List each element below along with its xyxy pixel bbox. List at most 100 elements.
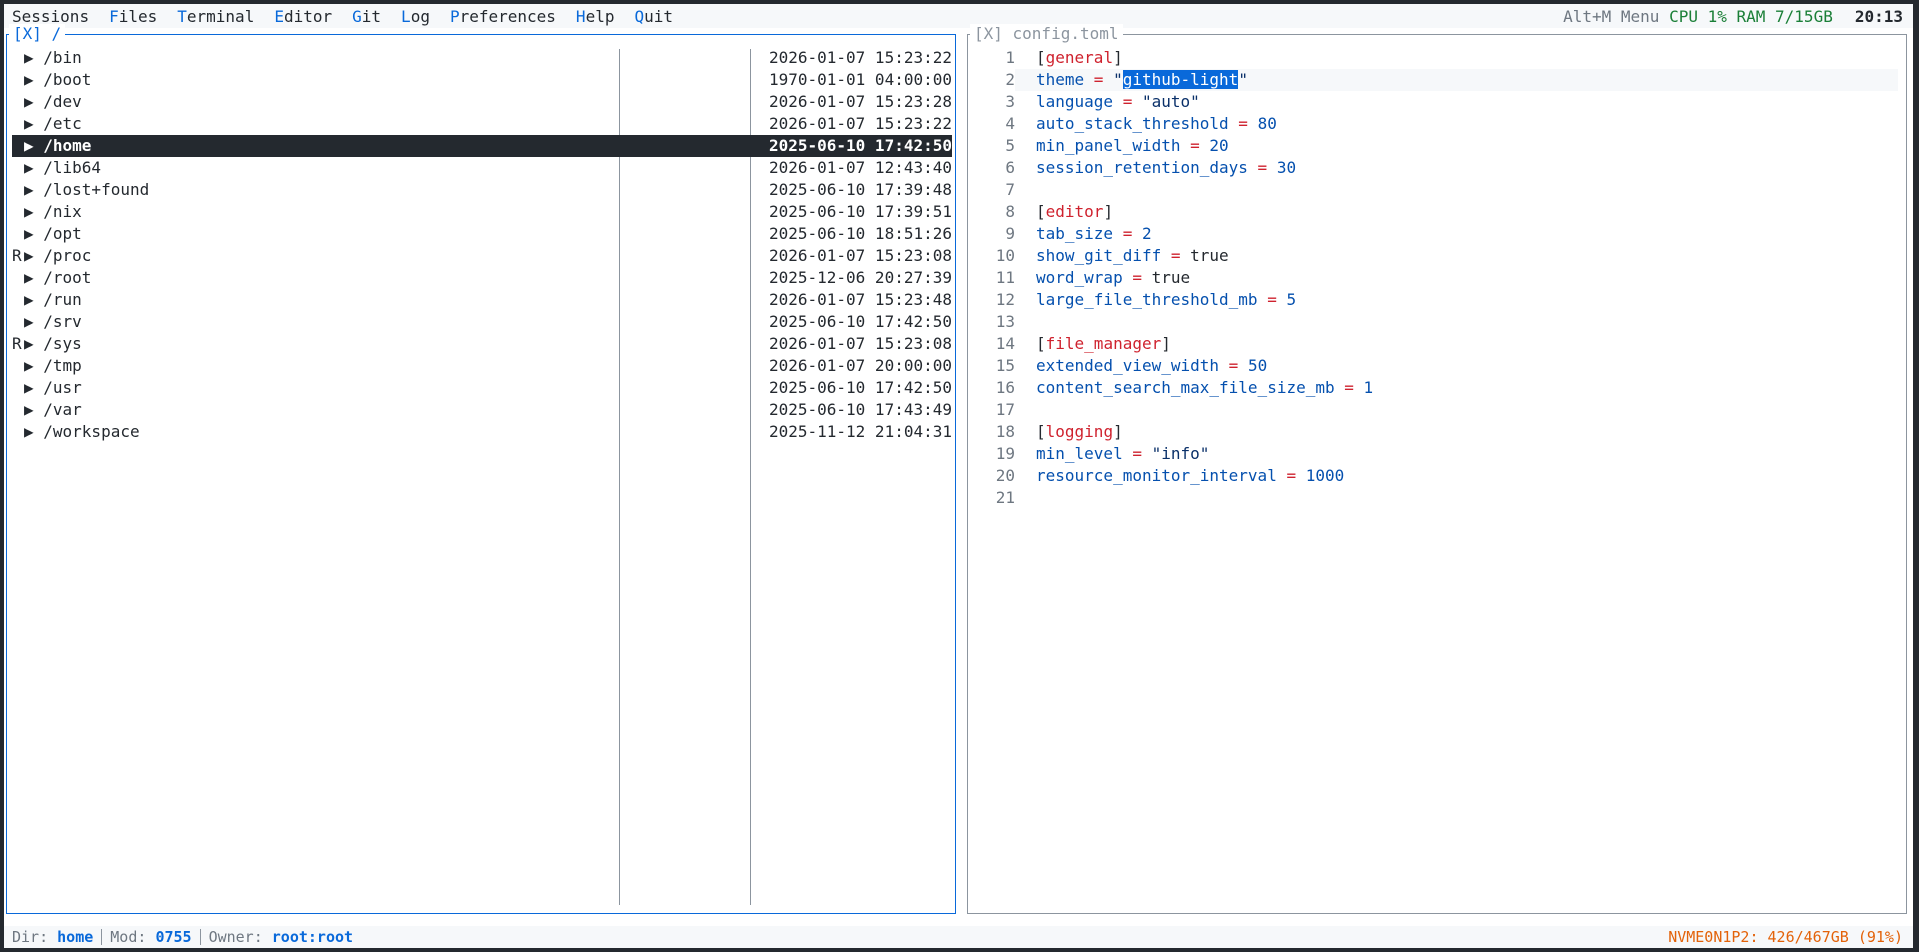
editor-line[interactable]: 1 [general] (970, 47, 1898, 69)
editor-line[interactable]: 11 word_wrap = true (970, 267, 1898, 289)
expand-arrow-icon: ▶ (24, 422, 44, 441)
config-value: 50 (1247, 356, 1268, 375)
config-key: extended_view_width (1036, 356, 1220, 375)
file-row[interactable]: ▶ /srv 2025-06-10 17:42:50 (12, 311, 952, 333)
menu-hotkey: F (109, 6, 119, 26)
expand-arrow-icon: ▶ (24, 92, 44, 111)
editor-content[interactable]: 1 [general] 2 theme = "github-light" 3 langua… (970, 47, 1898, 509)
menu-item-files[interactable]: Files (109, 7, 157, 26)
file-modified-date: 2025-06-10 18:51:26 (768, 224, 952, 243)
file-list: ▶ /bin 2026-01-07 15:23:22 ▶ /boot 1970-01-… (12, 47, 952, 443)
config-key: resource_monitor_interval (1036, 466, 1277, 485)
file-row[interactable]: ▶ /nix 2025-06-10 17:39:51 (12, 201, 952, 223)
file-row[interactable]: ▶ /home 2025-06-10 17:42:50 (12, 135, 952, 157)
file-modified-date: 2025-12-06 20:27:39 (768, 268, 952, 287)
readonly-flag: R (12, 246, 22, 265)
file-row[interactable]: ▶ /boot 1970-01-01 04:00:00 (12, 69, 952, 91)
line-number: 12 (995, 290, 1015, 309)
file-manager-panel[interactable]: [X] / ▶ /bin 2026-01-07 15:23:22 ▶ /boot 19… (6, 24, 956, 914)
file-modified-date: 2025-06-10 17:42:50 (768, 136, 952, 155)
editor-line[interactable]: 20 resource_monitor_interval = 1000 (970, 465, 1898, 487)
equals-operator: = (1113, 224, 1142, 243)
file-row[interactable]: ▶ /lost+found 2025-06-10 17:39:48 (12, 179, 952, 201)
editor-line[interactable]: 19 min_level = "info" (970, 443, 1898, 465)
editor-line[interactable]: 6 session_retention_days = 30 (970, 157, 1898, 179)
editor-panel[interactable]: [X] config.toml 1 [general] 2 theme = "gith… (967, 24, 1907, 914)
file-row[interactable]: ▶ /bin 2026-01-07 15:23:22 (12, 47, 952, 69)
ram-usage: RAM 7/15GB (1736, 6, 1833, 26)
file-row[interactable]: ▶ /workspace 2025-11-12 21:04:31 (12, 421, 952, 443)
file-row[interactable]: ▶ /lib64 2026-01-07 12:43:40 (12, 157, 952, 179)
file-row[interactable]: ▶ /run 2026-01-07 15:23:48 (12, 289, 952, 311)
file-name: /etc (43, 114, 82, 133)
editor-line[interactable]: 4 auto_stack_threshold = 80 (970, 113, 1898, 135)
file-modified-date: 2026-01-07 15:23:22 (768, 48, 952, 67)
line-number: 9 (1005, 224, 1015, 243)
file-row[interactable]: ▶ /etc 2026-01-07 15:23:22 (12, 113, 952, 135)
line-code: [general] (1036, 48, 1123, 67)
menu-item-preferences[interactable]: Preferences (450, 7, 556, 26)
line-code: large_file_threshold_mb = 5 (1015, 289, 1898, 311)
menu-label: og (410, 6, 430, 26)
editor-line[interactable]: 17 (970, 399, 1898, 421)
section-name: logging (1045, 422, 1114, 441)
editor-line[interactable]: 5 min_panel_width = 20 (970, 135, 1898, 157)
disk-usage: NVME0N1P2: 426/467GB (91%) (1668, 928, 1903, 946)
menu-item-log[interactable]: Log (401, 7, 430, 26)
editor-line[interactable]: 8 [editor] (970, 201, 1898, 223)
line-number: 21 (995, 488, 1015, 507)
file-panel-title[interactable]: [X] / (9, 24, 66, 44)
expand-arrow-icon: ▶ (24, 334, 44, 353)
dir-label: Dir: (12, 928, 58, 946)
file-row[interactable]: ▶ /tmp 2026-01-07 20:00:00 (12, 355, 952, 377)
menu-item-editor[interactable]: Editor (274, 7, 332, 26)
menu-item-quit[interactable]: Quit (634, 7, 673, 26)
editor-panel-title[interactable]: [X] config.toml (970, 24, 1123, 44)
menu-hotkey: G (352, 6, 362, 26)
menu-label: references (459, 6, 556, 26)
menu-item-git[interactable]: Git (352, 7, 381, 26)
file-modified-date: 1970-01-01 04:00:00 (768, 70, 952, 89)
line-number: 16 (995, 378, 1015, 397)
editor-line[interactable]: 15 extended_view_width = 50 (970, 355, 1898, 377)
file-modified-date: 2026-01-07 15:23:22 (768, 114, 952, 133)
section-name: general (1045, 48, 1114, 67)
expand-arrow-icon: ▶ (24, 312, 44, 331)
editor-line[interactable]: 21 (970, 487, 1898, 509)
divider (199, 929, 201, 945)
menu-hotkey: P (449, 6, 460, 26)
menu-item-sessions[interactable]: Sessions (12, 7, 89, 26)
file-row[interactable]: ▶ /var 2025-06-10 17:43:49 (12, 399, 952, 421)
expand-arrow-icon: ▶ (24, 356, 44, 375)
file-row[interactable]: ▶ /usr 2025-06-10 17:42:50 (12, 377, 952, 399)
editor-line[interactable]: 10 show_git_diff = true (970, 245, 1898, 267)
file-row[interactable]: R ▶ /proc 2026-01-07 15:23:08 (12, 245, 952, 267)
menu-item-terminal[interactable]: Terminal (177, 7, 254, 26)
equals-operator: = (1219, 356, 1248, 375)
file-name: /sys (43, 334, 82, 353)
editor-line[interactable]: 12 large_file_threshold_mb = 5 (970, 289, 1898, 311)
file-row[interactable]: R ▶ /sys 2026-01-07 15:23:08 (12, 333, 952, 355)
file-row[interactable]: ▶ /root 2025-12-06 20:27:39 (12, 267, 952, 289)
editor-line[interactable]: 18 [logging] (970, 421, 1898, 443)
config-value: "auto" (1141, 92, 1200, 111)
file-name: /proc (43, 246, 92, 265)
line-code: [file_manager] (1036, 334, 1171, 353)
config-key: show_git_diff (1036, 246, 1162, 265)
equals-operator: = (1180, 136, 1210, 155)
expand-arrow-icon: ▶ (24, 180, 44, 199)
editor-line[interactable]: 14 [file_manager] (970, 333, 1898, 355)
file-modified-date: 2025-06-10 17:39:48 (768, 180, 952, 199)
editor-line[interactable]: 3 language = "auto" (970, 91, 1898, 113)
editor-line[interactable]: 16 content_search_max_file_size_mb = 1 (970, 377, 1898, 399)
editor-line[interactable]: 13 (970, 311, 1898, 333)
file-row[interactable]: ▶ /dev 2026-01-07 15:23:28 (12, 91, 952, 113)
file-modified-date: 2026-01-07 15:23:48 (768, 290, 952, 309)
selected-text: github-light (1122, 70, 1239, 89)
file-row[interactable]: ▶ /opt 2025-06-10 18:51:26 (12, 223, 952, 245)
line-number: 2 (1005, 70, 1015, 89)
editor-line[interactable]: 2 theme = "github-light" (970, 69, 1898, 91)
editor-line[interactable]: 7 (970, 179, 1898, 201)
menu-item-help[interactable]: Help (576, 7, 615, 26)
editor-line[interactable]: 9 tab_size = 2 (970, 223, 1898, 245)
